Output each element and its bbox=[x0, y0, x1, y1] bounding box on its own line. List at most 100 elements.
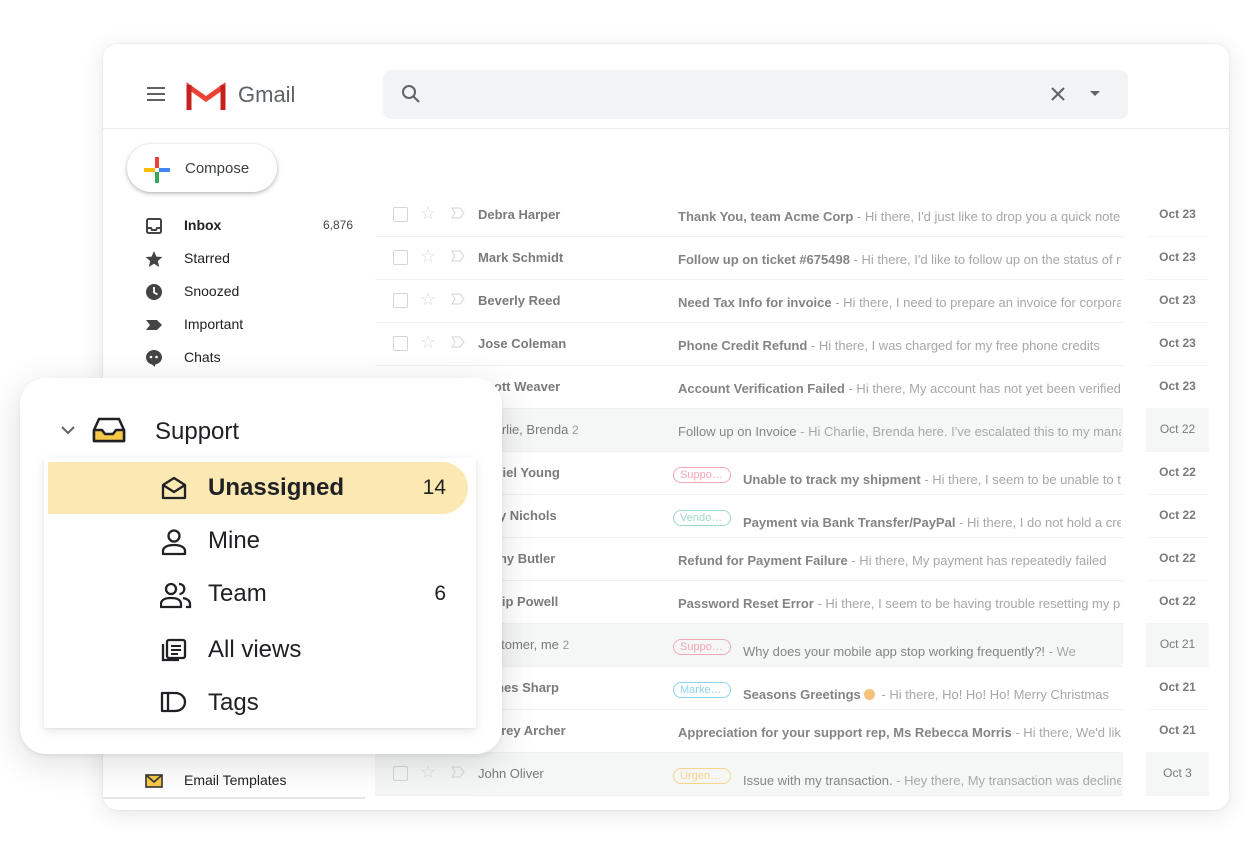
search-bar[interactable] bbox=[383, 70, 1128, 119]
support-views-list: Unassigned 14 Mine Team 6 All views Tags bbox=[44, 458, 476, 728]
importance-marker-icon[interactable] bbox=[451, 293, 465, 305]
compose-button[interactable]: Compose bbox=[127, 144, 277, 192]
email-date: Oct 21 bbox=[1159, 680, 1196, 694]
support-item-team[interactable]: Team 6 bbox=[48, 568, 468, 620]
star-toggle-icon[interactable]: ☆ bbox=[420, 332, 436, 353]
chat-icon bbox=[146, 350, 162, 367]
email-sender: Debra Harper bbox=[478, 207, 561, 222]
support-item-mine[interactable]: Mine bbox=[48, 515, 468, 567]
email-label-tag[interactable]: Support .. bbox=[673, 639, 731, 655]
email-label-tag[interactable]: Marketin.. bbox=[673, 682, 731, 698]
email-label-tag[interactable]: Vendor P.. bbox=[673, 510, 731, 526]
email-template-icon bbox=[145, 774, 163, 788]
email-date-cell: Oct 3 bbox=[1146, 753, 1209, 796]
email-snippet: - Hi there, My payment has repeatedly fa… bbox=[847, 553, 1107, 568]
support-item-unassigned[interactable]: Unassigned 14 bbox=[48, 462, 468, 514]
email-preview: Support .. Why does your mobile app stop … bbox=[673, 639, 1121, 659]
email-subject: Follow up on Invoice bbox=[678, 424, 797, 439]
support-item-tags[interactable]: Tags bbox=[48, 677, 468, 729]
email-subject: Need Tax Info for invoice bbox=[678, 295, 832, 310]
importance-marker-icon[interactable] bbox=[451, 207, 465, 219]
chevron-down-icon[interactable] bbox=[60, 425, 76, 435]
support-item-label: Mine bbox=[208, 527, 261, 554]
clear-search-icon[interactable] bbox=[1049, 85, 1067, 103]
email-date: Oct 23 bbox=[1159, 250, 1196, 264]
select-checkbox[interactable] bbox=[393, 207, 408, 222]
email-subject: Unable to track my shipment bbox=[743, 472, 921, 487]
email-label-tag[interactable]: Urgent I.. bbox=[673, 768, 731, 784]
importance-marker-icon[interactable] bbox=[451, 766, 465, 778]
select-checkbox[interactable] bbox=[393, 336, 408, 351]
email-date-cell: Oct 23 bbox=[1146, 194, 1209, 237]
search-icon[interactable] bbox=[401, 84, 421, 104]
email-sender: Mark Schmidt bbox=[478, 250, 564, 265]
email-snippet: - Hi there, My account has not yet been … bbox=[844, 381, 1121, 396]
email-preview: Follow up on ticket #675498 - Hi there, … bbox=[678, 252, 1121, 267]
email-date-cell: Oct 21 bbox=[1146, 667, 1209, 710]
email-preview: Thank You, team Acme Corp - Hi there, I'… bbox=[678, 209, 1121, 224]
people-icon bbox=[160, 582, 192, 609]
email-snippet: - Hi there, I do not hold a credit card bbox=[959, 515, 1121, 530]
support-item-label: Tags bbox=[208, 689, 259, 716]
email-snippet: - Hey there, My transaction was declined bbox=[892, 773, 1121, 788]
email-subject: Thank You, team Acme Corp bbox=[678, 209, 854, 224]
email-preview: Password Reset Error - Hi there, I seem … bbox=[678, 596, 1121, 611]
email-row[interactable]: ☆ John Oliver Urgent I.. Issue with my tra… bbox=[375, 753, 1123, 796]
views-icon bbox=[161, 638, 187, 662]
star-toggle-icon[interactable]: ☆ bbox=[420, 203, 436, 224]
email-row[interactable]: ☆ Debra Harper Thank You, team Acme Corp … bbox=[375, 194, 1123, 237]
email-preview: Refund for Payment Failure - Hi there, M… bbox=[678, 553, 1121, 568]
email-snippet: - Hi there, I seem to be having trouble … bbox=[817, 596, 1121, 611]
email-snippet: - Hi Charlie, Brenda here. I've escalate… bbox=[796, 424, 1121, 439]
santa-emoji-icon bbox=[863, 689, 875, 700]
sidebar-item-snoozed[interactable]: Snoozed bbox=[103, 275, 363, 308]
star-icon bbox=[145, 251, 163, 267]
support-item-all-views[interactable]: All views bbox=[48, 624, 468, 676]
email-preview: Phone Credit Refund - Hi there, I was ch… bbox=[678, 338, 1121, 353]
main-menu-icon[interactable] bbox=[147, 87, 165, 101]
email-snippet: - Hi there, I'd like to follow up on the… bbox=[853, 252, 1121, 267]
email-snippet: - Hi there, I need to prepare an invoice… bbox=[831, 295, 1121, 310]
star-toggle-icon[interactable]: ☆ bbox=[420, 246, 436, 267]
star-toggle-icon[interactable]: ☆ bbox=[420, 762, 436, 783]
email-date: Oct 21 bbox=[1159, 637, 1196, 651]
email-subject: Refund for Payment Failure bbox=[678, 553, 848, 568]
importance-marker-icon[interactable] bbox=[451, 336, 465, 348]
email-date: Oct 22 bbox=[1159, 551, 1196, 565]
email-snippet: - Hi there, Ho! Ho! Ho! Merry Christmas bbox=[877, 687, 1109, 702]
email-subject: Why does your mobile app stop working fr… bbox=[743, 644, 1046, 659]
email-preview: Vendor P.. Payment via Bank Transfer/PayP… bbox=[673, 510, 1121, 530]
email-date-cell: Oct 22 bbox=[1146, 538, 1209, 581]
email-row[interactable]: ☆ Jose Coleman Phone Credit Refund - Hi t… bbox=[375, 323, 1123, 366]
star-toggle-icon[interactable]: ☆ bbox=[420, 289, 436, 310]
support-item-count: 6 bbox=[434, 582, 446, 605]
sidebar-item-starred[interactable]: Starred bbox=[103, 242, 363, 275]
support-panel: Support Unassigned 14 Mine Team 6 All vi… bbox=[20, 378, 502, 754]
select-checkbox[interactable] bbox=[393, 250, 408, 265]
sidebar-item-label: Starred bbox=[184, 250, 230, 266]
support-item-label: Unassigned bbox=[208, 474, 345, 501]
email-date: Oct 22 bbox=[1159, 422, 1196, 436]
email-label-tag[interactable]: Support .. bbox=[673, 467, 731, 483]
email-snippet: - Hi there, I was charged for my free ph… bbox=[807, 338, 1100, 353]
email-preview: Account Verification Failed - Hi there, … bbox=[678, 381, 1121, 396]
email-sender: John Oliver bbox=[478, 766, 544, 781]
email-date: Oct 23 bbox=[1159, 379, 1196, 393]
email-row[interactable]: ☆ Mark Schmidt Follow up on ticket #67549… bbox=[375, 237, 1123, 280]
email-row[interactable]: ☆ Beverly Reed Need Tax Info for invoice … bbox=[375, 280, 1123, 323]
email-date: Oct 23 bbox=[1159, 207, 1196, 221]
email-snippet: - Hi there, We'd like bbox=[1011, 725, 1121, 740]
sidebar-item-important[interactable]: Important bbox=[103, 308, 363, 341]
email-date-cell: Oct 22 bbox=[1146, 409, 1209, 452]
email-preview: Urgent I.. Issue with my transaction. - H… bbox=[673, 768, 1121, 788]
sidebar-item-inbox[interactable]: Inbox 6,876 bbox=[103, 209, 363, 242]
email-preview: Marketin.. Seasons Greetings - Hi there, … bbox=[673, 682, 1121, 702]
email-subject: Issue with my transaction. bbox=[743, 773, 893, 788]
select-checkbox[interactable] bbox=[393, 293, 408, 308]
search-options-icon[interactable] bbox=[1089, 90, 1101, 98]
email-subject: Follow up on ticket #675498 bbox=[678, 252, 850, 267]
sidebar-item-email-templates[interactable]: Email Templates bbox=[103, 767, 365, 799]
importance-marker-icon[interactable] bbox=[451, 250, 465, 262]
sidebar-item-chats[interactable]: Chats bbox=[103, 341, 363, 374]
select-checkbox[interactable] bbox=[393, 766, 408, 781]
